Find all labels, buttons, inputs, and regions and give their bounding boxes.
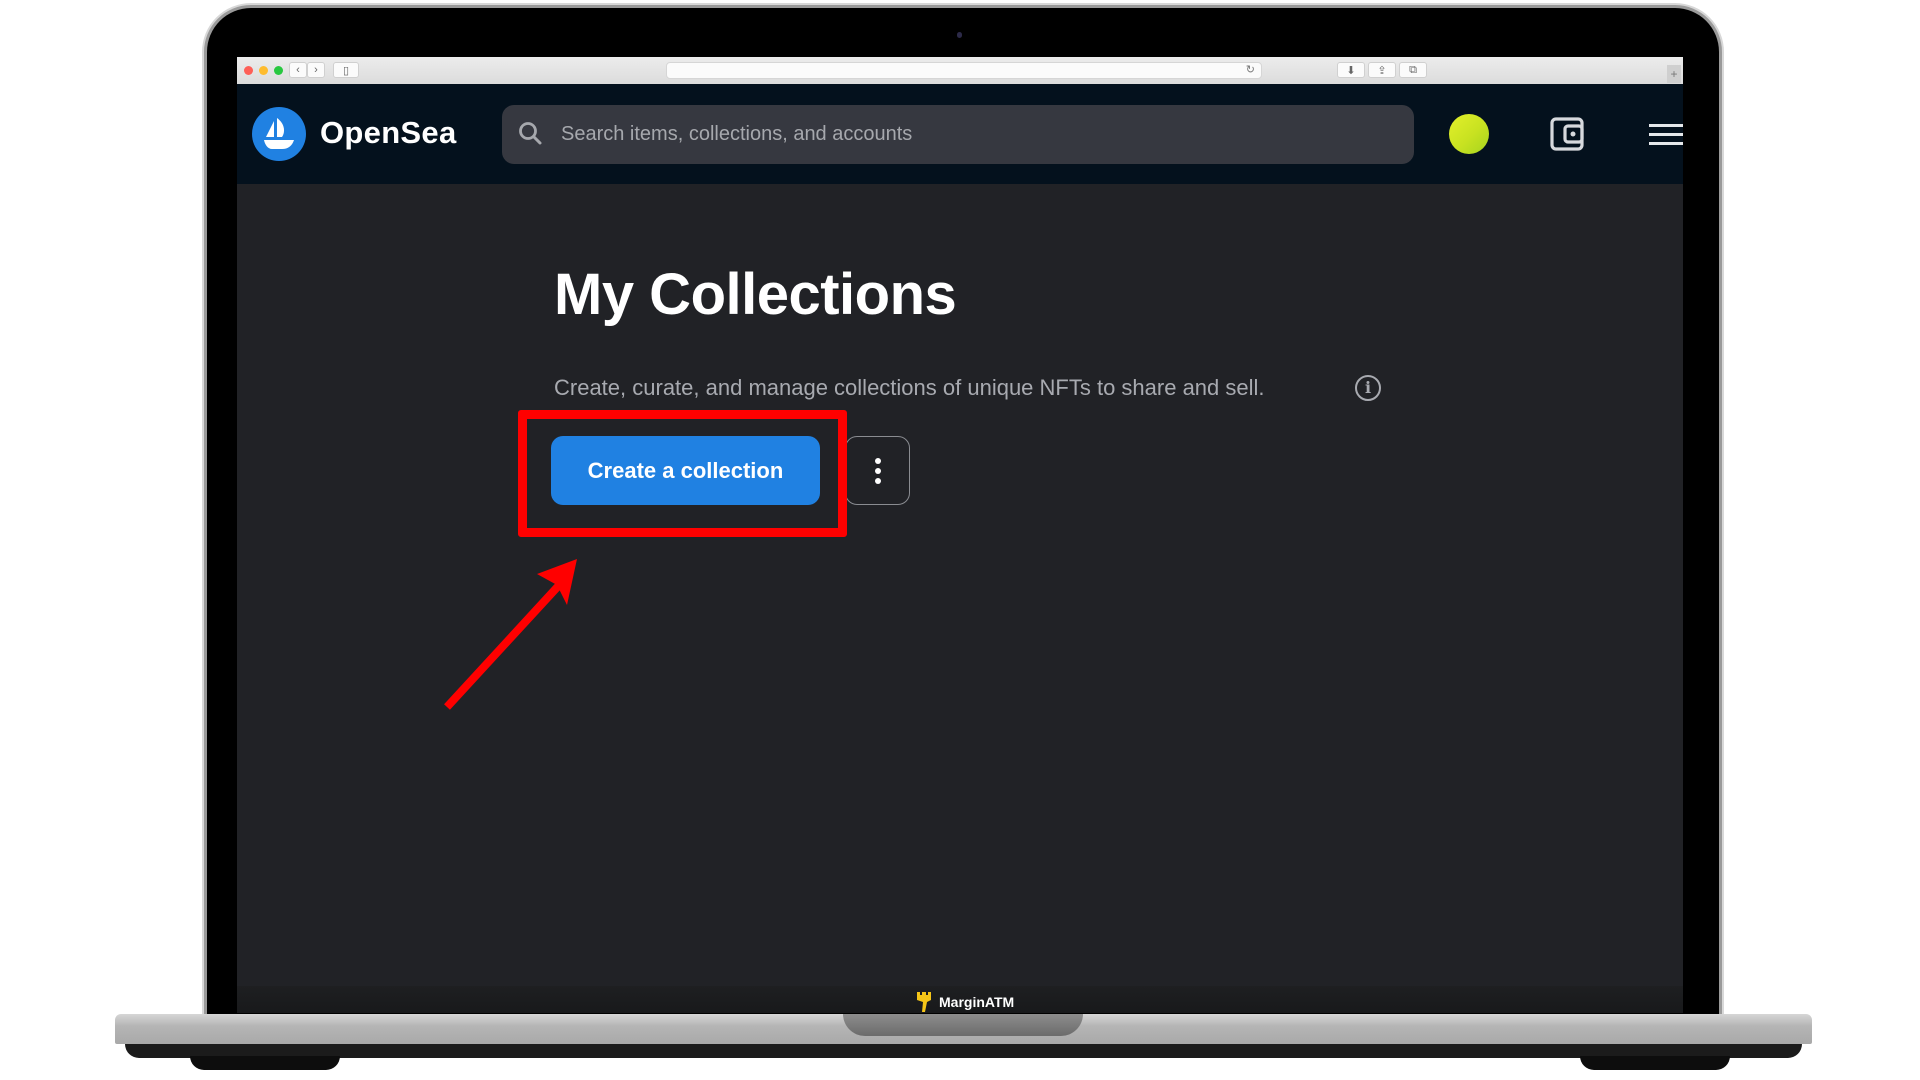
laptop-foot <box>190 1056 340 1070</box>
zoom-window-button[interactable] <box>274 66 283 75</box>
tower-logo-icon <box>917 992 931 1012</box>
share-icon[interactable]: ⇪ <box>1368 62 1396 78</box>
laptop-underside <box>125 1044 1802 1058</box>
search-input[interactable]: Search items, collections, and accounts <box>502 105 1414 164</box>
menu-icon[interactable] <box>1649 124 1683 145</box>
browser-toolbar: ‹ › ▯ ↻ ⬇ ⇪ ⧉ + <box>237 57 1683 85</box>
laptop-foot <box>1580 1056 1730 1070</box>
forward-icon[interactable]: › <box>307 62 325 78</box>
watermark-label: MarginATM <box>939 994 1015 1010</box>
top-nav: OpenSea Search items, collections, and a… <box>237 84 1683 184</box>
screen: ‹ › ▯ ↻ ⬇ ⇪ ⧉ + OpenSea Search items, co… <box>237 57 1683 1013</box>
opensea-logo-icon[interactable] <box>252 107 306 161</box>
more-options-icon <box>875 458 881 464</box>
search-icon <box>519 122 542 145</box>
sidebar-icon[interactable]: ▯ <box>333 62 359 78</box>
annotation-highlight-box <box>518 410 847 537</box>
search-placeholder: Search items, collections, and accounts <box>561 123 913 145</box>
close-window-button[interactable] <box>244 66 253 75</box>
url-bar[interactable]: ↻ <box>666 62 1262 79</box>
more-options-button[interactable] <box>845 436 910 505</box>
page-description: Create, curate, and manage collections o… <box>554 375 1265 400</box>
camera <box>957 32 962 38</box>
minimize-window-button[interactable] <box>259 66 268 75</box>
download-icon[interactable]: ⬇ <box>1337 62 1365 78</box>
back-icon[interactable]: ‹ <box>289 62 307 78</box>
wallet-icon[interactable] <box>1550 117 1586 151</box>
annotation-arrow-icon <box>444 559 577 710</box>
info-icon[interactable]: i <box>1355 375 1381 401</box>
profile-avatar[interactable] <box>1449 114 1489 154</box>
watermark: MarginATM <box>917 992 1014 1012</box>
tabs-icon[interactable]: ⧉ <box>1399 62 1427 78</box>
brand-name[interactable]: OpenSea <box>320 115 456 151</box>
new-tab-icon[interactable]: + <box>1667 65 1681 83</box>
page-title: My Collections <box>554 262 957 327</box>
reload-icon[interactable]: ↻ <box>1246 63 1255 76</box>
laptop-notch <box>843 1014 1083 1036</box>
